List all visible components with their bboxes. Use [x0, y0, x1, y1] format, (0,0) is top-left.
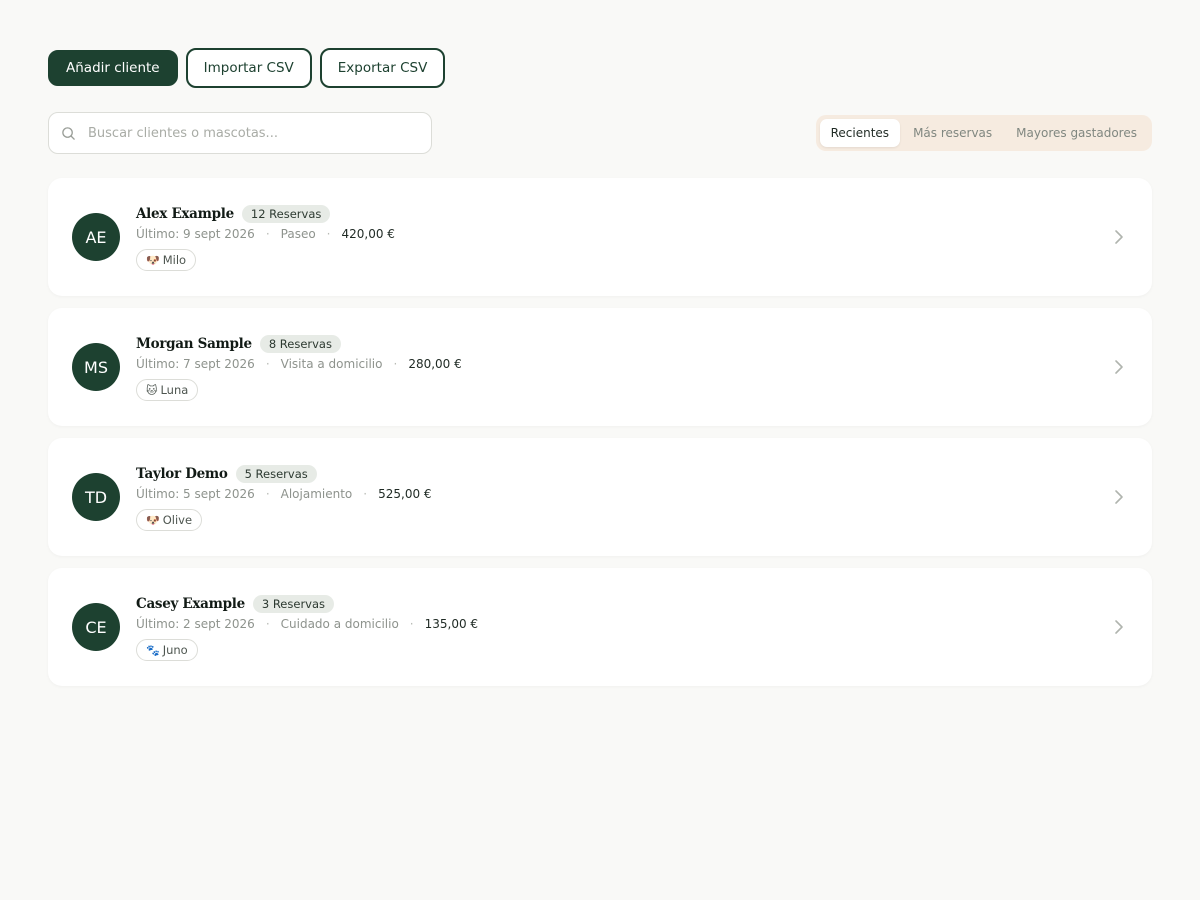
pet-list: 🐾 Juno: [136, 639, 478, 661]
service: Visita a domicilio: [280, 357, 383, 371]
client-name: Alex Example: [136, 206, 234, 222]
sort-tabs: Recientes Más reservas Mayores gastadore…: [815, 115, 1152, 151]
client-name: Casey Example: [136, 596, 245, 612]
client-info: Casey Example 3 Reservas Último: 2 sept …: [136, 593, 478, 661]
service: Cuidado a domicilio: [280, 617, 399, 631]
client-info: Alex Example 12 Reservas Último: 9 sept …: [136, 203, 395, 271]
pet-name: Olive: [162, 513, 193, 527]
export-csv-button[interactable]: Exportar CSV: [319, 48, 446, 88]
tab-mayores-gastadores[interactable]: Mayores gastadores: [1005, 119, 1148, 147]
bookings-badge: 5 Reservas: [235, 465, 317, 483]
last-booking: Último: 5 sept 2026: [136, 487, 255, 501]
chevron-right-icon: [1115, 360, 1123, 374]
client-meta: Último: 9 sept 2026 · Paseo · 420,00 €: [136, 227, 395, 241]
client-info: Taylor Demo 5 Reservas Último: 5 sept 20…: [136, 463, 432, 531]
pet-tag: 🐶 Milo: [136, 249, 197, 271]
last-booking: Último: 9 sept 2026: [136, 227, 255, 241]
avatar: TD: [72, 473, 120, 521]
clients-page: Añadir cliente Importar CSV Exportar CSV…: [48, 48, 1152, 686]
last-booking: Último: 2 sept 2026: [136, 617, 255, 631]
pet-name: Milo: [162, 253, 187, 267]
pet-tag: 🐶 Olive: [136, 509, 203, 531]
pet-list: 🐶 Olive: [136, 509, 432, 531]
avatar: MS: [72, 343, 120, 391]
search-box[interactable]: [48, 112, 432, 154]
bookings-badge: 12 Reservas: [241, 205, 331, 223]
pet-tag: 🐱 Luna: [136, 379, 199, 401]
search-icon: [62, 126, 75, 140]
pet-name: Luna: [160, 383, 189, 397]
total-spent: 135,00 €: [424, 617, 479, 631]
chevron-right-icon: [1115, 490, 1123, 504]
total-spent: 280,00 €: [408, 357, 462, 371]
paw-icon: 🐾: [146, 643, 160, 657]
client-card[interactable]: MS Morgan Sample 8 Reservas Último: 7 se…: [48, 308, 1152, 426]
tab-mas-reservas[interactable]: Más reservas: [902, 119, 1003, 147]
total-spent: 420,00 €: [341, 227, 395, 241]
client-card[interactable]: AE Alex Example 12 Reservas Último: 9 se…: [48, 178, 1152, 296]
add-client-button[interactable]: Añadir cliente: [48, 50, 178, 86]
avatar: CE: [72, 603, 120, 651]
search-input[interactable]: [88, 125, 408, 141]
bookings-badge: 8 Reservas: [259, 335, 341, 353]
pet-list: 🐱 Luna: [136, 379, 462, 401]
tab-recientes[interactable]: Recientes: [819, 119, 901, 147]
last-booking: Último: 7 sept 2026: [136, 357, 255, 371]
pet-tag: 🐾 Juno: [136, 639, 198, 661]
client-card[interactable]: CE Casey Example 3 Reservas Último: 2 se…: [48, 568, 1152, 686]
client-meta: Último: 5 sept 2026 · Alojamiento · 525,…: [136, 487, 432, 501]
pet-list: 🐶 Milo: [136, 249, 395, 271]
service: Alojamiento: [280, 487, 353, 501]
client-list: AE Alex Example 12 Reservas Último: 9 se…: [48, 178, 1152, 686]
avatar: AE: [72, 213, 120, 261]
pet-name: Juno: [162, 643, 188, 657]
client-name: Morgan Sample: [136, 336, 252, 352]
filter-row: Recientes Más reservas Mayores gastadore…: [48, 112, 1152, 154]
client-meta: Último: 7 sept 2026 · Visita a domicilio…: [136, 357, 462, 371]
client-card[interactable]: TD Taylor Demo 5 Reservas Último: 5 sept…: [48, 438, 1152, 556]
chevron-right-icon: [1115, 620, 1123, 634]
dog-icon: 🐶: [146, 253, 160, 267]
total-spent: 525,00 €: [378, 487, 432, 501]
bookings-badge: 3 Reservas: [252, 595, 335, 613]
service: Paseo: [280, 227, 316, 241]
chevron-right-icon: [1115, 230, 1123, 244]
cat-icon: 🐱: [146, 383, 158, 397]
client-name: Taylor Demo: [136, 466, 228, 482]
dog-icon: 🐶: [146, 513, 160, 527]
toolbar: Añadir cliente Importar CSV Exportar CSV: [48, 48, 1152, 88]
client-info: Morgan Sample 8 Reservas Último: 7 sept …: [136, 333, 462, 401]
client-meta: Último: 2 sept 2026 · Cuidado a domicili…: [136, 617, 479, 631]
import-csv-button[interactable]: Importar CSV: [185, 48, 312, 88]
